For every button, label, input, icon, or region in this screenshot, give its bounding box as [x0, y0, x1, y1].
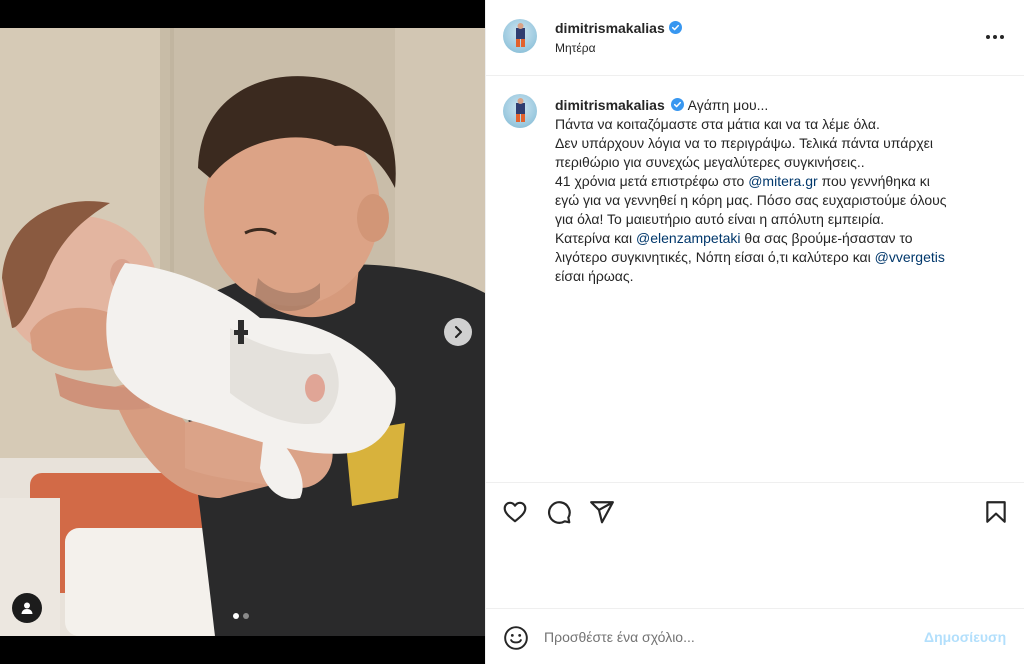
comment-input[interactable]	[544, 625, 904, 649]
verified-badge-icon	[670, 98, 684, 111]
caption-text-segment: θα σας βρούμε-ήσασταν το	[740, 230, 913, 246]
caption-text-segment: που γεννήθηκα κι	[817, 173, 930, 189]
avatar-image	[516, 98, 525, 122]
comment-button[interactable]	[546, 499, 572, 525]
caption-avatar[interactable]	[503, 94, 537, 128]
caption-section: dimitrismakalias Αγάπη μου... Πάντα να κο…	[486, 77, 1024, 482]
carousel-indicator	[233, 613, 249, 619]
publish-comment-button[interactable]: Δημοσίευση	[924, 629, 1006, 645]
caption-text-segment: Κατερίνα και	[555, 230, 637, 246]
header-username[interactable]: dimitrismakalias	[555, 20, 682, 36]
more-dot	[1000, 35, 1004, 39]
caption-text: dimitrismakalias Αγάπη μου... Πάντα να κο…	[555, 96, 995, 286]
caption-text-segment: περιθώριο για συνεχώς μεγαλύτερες συγκιν…	[555, 154, 865, 170]
caption-line: dimitrismakalias Αγάπη μου...	[555, 96, 995, 115]
caption-text-segment: Αγάπη μου...	[687, 97, 769, 113]
instagram-post-modal: dimitrismakalias Μητέρα dimitrismakalias…	[0, 0, 1024, 664]
more-dot	[986, 35, 990, 39]
save-button[interactable]	[983, 499, 1009, 525]
caption-line: 41 χρόνια μετά επιστρέφω στο @mitera.gr …	[555, 172, 995, 191]
chevron-right-icon	[455, 326, 462, 338]
avatar-image	[516, 23, 525, 47]
share-icon	[590, 501, 614, 524]
action-bar	[486, 482, 1024, 608]
mention-link[interactable]: @elenzampetaki	[636, 230, 741, 246]
smile-icon	[504, 626, 528, 650]
verified-badge-icon	[668, 21, 682, 34]
caption-line: Δεν υπάρχουν λόγια να το περιγράψω. Τελι…	[555, 134, 995, 153]
user-tag-icon	[21, 602, 33, 614]
username-text[interactable]: dimitrismakalias	[555, 20, 665, 36]
caption-line: λιγότερο συγκινητικές, Νόπη είσαι ό,τι κ…	[555, 248, 995, 267]
caption-username[interactable]: dimitrismakalias	[555, 97, 665, 113]
photo-illustration	[0, 28, 485, 636]
carousel-next-button[interactable]	[444, 318, 472, 346]
avatar[interactable]	[503, 19, 537, 53]
mention-link[interactable]: @mitera.gr	[748, 173, 817, 189]
post-header: dimitrismakalias Μητέρα	[486, 0, 1024, 76]
comment-icon	[548, 501, 571, 524]
caption-text-segment: 41 χρόνια μετά επιστρέφω στο	[555, 173, 749, 189]
like-button[interactable]	[502, 499, 528, 525]
caption-line: είσαι ήρωας.	[555, 267, 995, 286]
caption-text-segment: για όλα! Το μαιευτήριο αυτό είναι η απόλ…	[555, 211, 885, 227]
post-location[interactable]: Μητέρα	[555, 41, 596, 55]
bookmark-icon	[986, 501, 1006, 523]
caption-line: εγώ για να γεννηθεί η κόρη μας. Πόσο σας…	[555, 191, 995, 210]
tagged-users-button[interactable]	[12, 593, 42, 623]
heart-icon	[503, 501, 527, 523]
caption-line: για όλα! Το μαιευτήριο αυτό είναι η απόλ…	[555, 210, 995, 229]
post-media	[0, 0, 485, 664]
caption-text-segment: εγώ για να γεννηθεί η κόρη μας. Πόσο σας…	[555, 192, 947, 208]
mention-link[interactable]: @vvergetis	[875, 249, 945, 265]
add-comment-bar: Δημοσίευση	[486, 608, 1024, 664]
caption-text-segment: λιγότερο συγκινητικές, Νόπη είσαι ό,τι κ…	[555, 249, 875, 265]
emoji-button[interactable]	[503, 625, 529, 651]
caption-text-segment: Πάντα να κοιταζόμαστε στα μάτια και να τ…	[555, 116, 880, 132]
post-photo	[0, 28, 485, 636]
carousel-dot	[243, 613, 249, 619]
caption-line: περιθώριο για συνεχώς μεγαλύτερες συγκιν…	[555, 153, 995, 172]
more-dot	[993, 35, 997, 39]
post-side-panel: dimitrismakalias Μητέρα dimitrismakalias…	[485, 0, 1024, 664]
more-options-button[interactable]	[983, 28, 1007, 46]
carousel-dot-active	[233, 613, 239, 619]
caption-text-segment: Δεν υπάρχουν λόγια να το περιγράψω. Τελι…	[555, 135, 934, 151]
caption-text-segment: είσαι ήρωας.	[555, 268, 634, 284]
caption-line: Πάντα να κοιταζόμαστε στα μάτια και να τ…	[555, 115, 995, 134]
caption-line: Κατερίνα και @elenzampetaki θα σας βρούμ…	[555, 229, 995, 248]
share-button[interactable]	[589, 499, 615, 525]
